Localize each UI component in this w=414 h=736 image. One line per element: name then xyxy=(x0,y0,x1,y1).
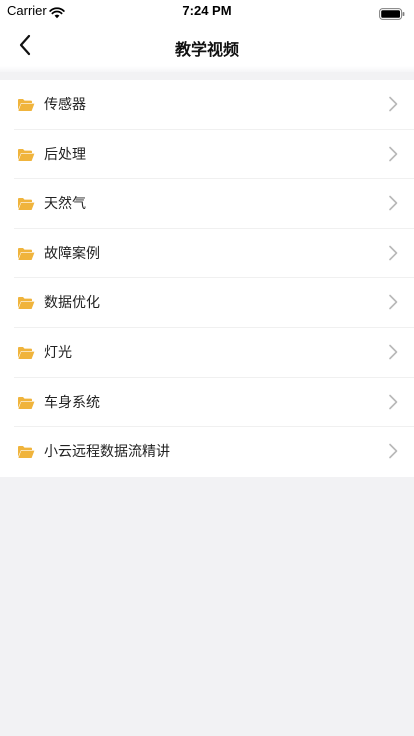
list-item-label: 灯光 xyxy=(44,344,72,361)
list-item-label: 小云远程数据流精讲 xyxy=(44,444,170,461)
page-title: 教学视频 xyxy=(174,40,239,59)
folder-open-icon xyxy=(17,97,35,111)
list-item[interactable]: 车身系统 xyxy=(0,378,414,428)
list-item[interactable]: 传感器 xyxy=(0,80,414,130)
navigation-bar: 教学视频 xyxy=(0,22,414,72)
list-item-label: 车身系统 xyxy=(44,394,100,411)
list-item[interactable]: 天然气 xyxy=(0,179,414,229)
list-item[interactable]: 数据优化 xyxy=(0,278,414,328)
nav-divider xyxy=(0,66,414,72)
folder-open-icon xyxy=(17,295,35,310)
folder-open-icon xyxy=(17,345,35,359)
status-bar: Carrier 7:24 PM xyxy=(0,0,414,22)
list-item[interactable]: 灯光 xyxy=(0,328,414,378)
list-item-label: 天然气 xyxy=(44,196,86,213)
folder-open-icon xyxy=(17,444,35,459)
chevron-right-icon xyxy=(388,195,398,211)
folder-open-icon xyxy=(17,196,35,211)
chevron-right-icon xyxy=(388,245,398,261)
list-item-label: 故障案例 xyxy=(44,245,100,262)
list-item[interactable]: 后处理 xyxy=(0,130,414,180)
chevron-right-icon xyxy=(388,294,398,310)
list-item[interactable]: 小云远程数据流精讲 xyxy=(0,427,414,477)
folder-open-icon xyxy=(17,395,35,409)
list-item-label: 后处理 xyxy=(44,146,86,163)
list-item-label: 数据优化 xyxy=(44,295,100,312)
folder-open-icon xyxy=(17,147,35,161)
list-item[interactable]: 故障案例 xyxy=(0,229,414,279)
chevron-right-icon xyxy=(388,344,398,360)
chevron-right-icon xyxy=(388,443,398,459)
chevron-right-icon xyxy=(388,96,398,112)
folder-open-icon xyxy=(17,246,35,260)
video-category-list: 传感器 后处理 天然气 故障案例 数据优化 灯光 车身系统 小云远程数据流精讲 xyxy=(0,80,414,477)
chevron-right-icon xyxy=(388,146,398,162)
chevron-right-icon xyxy=(388,394,398,410)
list-item-label: 传感器 xyxy=(44,97,86,113)
status-time: 7:24 PM xyxy=(182,3,232,18)
